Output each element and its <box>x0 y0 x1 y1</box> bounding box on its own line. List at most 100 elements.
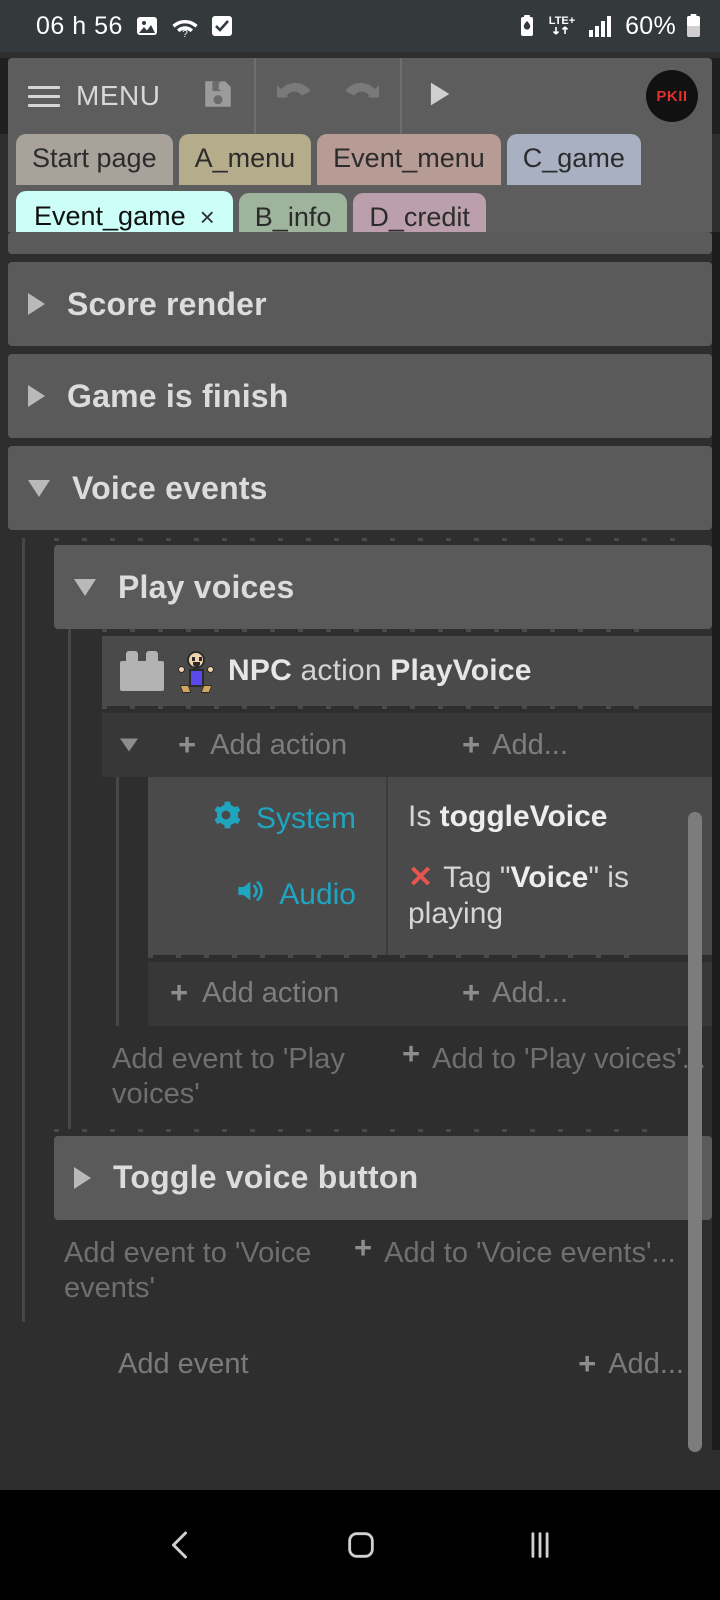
hint-right-area[interactable]: + Add to 'Voice events'... <box>354 1231 712 1271</box>
tab-start-page[interactable]: Start page <box>16 134 173 185</box>
lte-plus-icon: LTE+ <box>545 13 579 39</box>
condition-bold: Voice <box>510 860 589 894</box>
condition-object-system[interactable]: System <box>148 787 386 851</box>
chevron-down-icon[interactable] <box>28 479 50 497</box>
condition-text-2[interactable]: ✕ Tag "Voice" is playing <box>388 848 712 945</box>
play-button[interactable] <box>402 58 474 134</box>
scrollbar-track[interactable] <box>688 232 702 1452</box>
add-short-area[interactable]: + Add... <box>462 729 712 762</box>
redo-button[interactable] <box>328 58 400 134</box>
add-action-row-top[interactable]: + Add action + Add... <box>102 713 712 777</box>
clock: 06 h 56 <box>36 11 123 40</box>
condition-prefix: Tag " <box>443 860 511 894</box>
group-name: Game is finish <box>67 377 289 414</box>
android-nav-bar <box>0 1490 720 1600</box>
gear-icon <box>210 799 242 839</box>
condition-table[interactable]: System Audio Is toggleVoice ✕ Tag "Voice… <box>148 777 712 955</box>
play-icon <box>421 77 455 116</box>
chevron-down-icon[interactable] <box>120 738 138 752</box>
tab-label: C_game <box>522 143 625 173</box>
condition-object-label: Audio <box>279 878 356 911</box>
group-row-game-is-finish[interactable]: Game is finish <box>8 354 712 438</box>
status-bar: 06 h 56 ? LTE+ 60% <box>0 0 720 52</box>
speaker-icon <box>233 875 265 915</box>
app-logo-badge[interactable]: PKII <box>646 70 698 122</box>
scrollbar-thumb[interactable] <box>688 812 702 1452</box>
chevron-down-icon[interactable] <box>74 578 96 596</box>
group-row-partial[interactable] <box>8 232 712 254</box>
chevron-right-icon[interactable] <box>28 385 45 407</box>
add-short-label: Add... <box>492 728 568 761</box>
hint-right-label: Add to 'Play voices'... <box>432 1042 706 1075</box>
tab-a-menu[interactable]: A_menu <box>178 134 312 185</box>
undo-button[interactable] <box>256 58 328 134</box>
save-icon <box>201 77 235 116</box>
svg-text:LTE+: LTE+ <box>549 15 575 27</box>
group-name: Score render <box>67 285 267 322</box>
dashed-separator <box>54 538 712 543</box>
home-icon[interactable] <box>344 1528 378 1562</box>
condition-objects-column: System Audio <box>148 777 388 955</box>
svg-text:?: ? <box>182 29 188 38</box>
dashed-separator <box>102 629 712 634</box>
save-button[interactable] <box>182 58 254 134</box>
undo-icon <box>271 76 313 117</box>
menu-button[interactable]: MENU <box>8 58 182 134</box>
condition-text-1[interactable]: Is toggleVoice <box>388 787 712 848</box>
add-action-area[interactable]: + Add action <box>156 729 462 762</box>
status-bar-right: LTE+ 60% <box>518 12 702 41</box>
add-short-area[interactable]: + Add... <box>462 977 712 1010</box>
battery-percent: 60% <box>625 11 676 40</box>
hint-left-label: Add event to 'Play voices' <box>112 1042 345 1111</box>
add-short-label: Add... <box>608 1348 684 1381</box>
recents-icon[interactable] <box>523 1528 557 1562</box>
condition-object-audio[interactable]: Audio <box>148 851 386 927</box>
chevron-right-icon[interactable] <box>28 293 45 315</box>
final-add-event-row[interactable]: Add event + Add... <box>8 1322 712 1407</box>
plus-icon: + <box>462 975 481 1011</box>
group-row-score-render[interactable]: Score render <box>8 262 712 346</box>
condition-text-column: Is toggleVoice ✕ Tag "Voice" is playing <box>388 777 712 955</box>
event-row-npc-playvoice[interactable]: NPC action PlayVoice <box>102 636 712 706</box>
npc-sprite-icon <box>178 649 214 693</box>
condition-object-label: System <box>255 802 356 835</box>
dashed-separator <box>54 1128 712 1134</box>
redo-icon <box>343 76 385 117</box>
event-object-name: NPC <box>228 654 292 687</box>
app-toolbar-wrap: MENU PKII <box>0 58 720 134</box>
hint-right-area[interactable]: + Add to 'Play voices'... <box>402 1038 712 1077</box>
close-icon[interactable]: × <box>200 204 215 230</box>
app-toolbar: MENU PKII <box>8 58 712 134</box>
tab-label: Start page <box>32 143 157 173</box>
add-event-label: Add event <box>118 1348 249 1381</box>
event-action-name: PlayVoice <box>390 654 532 687</box>
tab-label: B_info <box>254 202 332 232</box>
logo-text: PKII <box>656 87 688 105</box>
plus-icon: + <box>462 726 481 762</box>
group-row-toggle-voice-button[interactable]: Toggle voice button <box>54 1135 712 1220</box>
add-action-label: Add action <box>210 728 348 761</box>
tab-event-menu[interactable]: Event_menu <box>317 134 501 185</box>
voice-events-children: Play voices NPC action PlayVoice + Add a… <box>8 538 712 1323</box>
dashed-separator <box>102 706 712 711</box>
wifi-question-icon: ? <box>171 14 199 38</box>
status-bar-left: 06 h 56 ? <box>36 12 233 41</box>
event-sheet[interactable]: Score render Game is finish Voice events… <box>8 232 712 1450</box>
plus-icon: + <box>170 975 189 1011</box>
back-icon[interactable] <box>163 1527 199 1563</box>
hint-right-label: Add to 'Voice events'... <box>384 1236 676 1269</box>
chevron-right-icon[interactable] <box>74 1166 91 1189</box>
group-row-voice-events[interactable]: Voice events <box>8 446 712 530</box>
tab-c-game[interactable]: C_game <box>506 134 641 185</box>
add-action-area[interactable]: + Add action <box>148 977 462 1010</box>
add-action-row-bottom[interactable]: + Add action + Add... <box>148 961 712 1026</box>
hint-left-label: Add event to 'Voice events' <box>64 1236 312 1304</box>
event-sheet-content: Score render Game is finish Voice events… <box>8 232 712 1407</box>
group-row-play-voices[interactable]: Play voices <box>54 545 712 629</box>
checkbox-icon <box>211 15 233 37</box>
conditions-wrap: System Audio Is toggleVoice ✕ Tag "Voice… <box>102 777 712 1026</box>
dashed-separator <box>148 954 712 960</box>
hint-play-voices[interactable]: Add event to 'Play voices' + Add to 'Pla… <box>102 1026 712 1129</box>
tab-bar: Start page A_menu Event_menu C_game Even… <box>8 134 712 248</box>
hint-voice-events[interactable]: Add event to 'Voice events' + Add to 'Vo… <box>54 1220 712 1323</box>
